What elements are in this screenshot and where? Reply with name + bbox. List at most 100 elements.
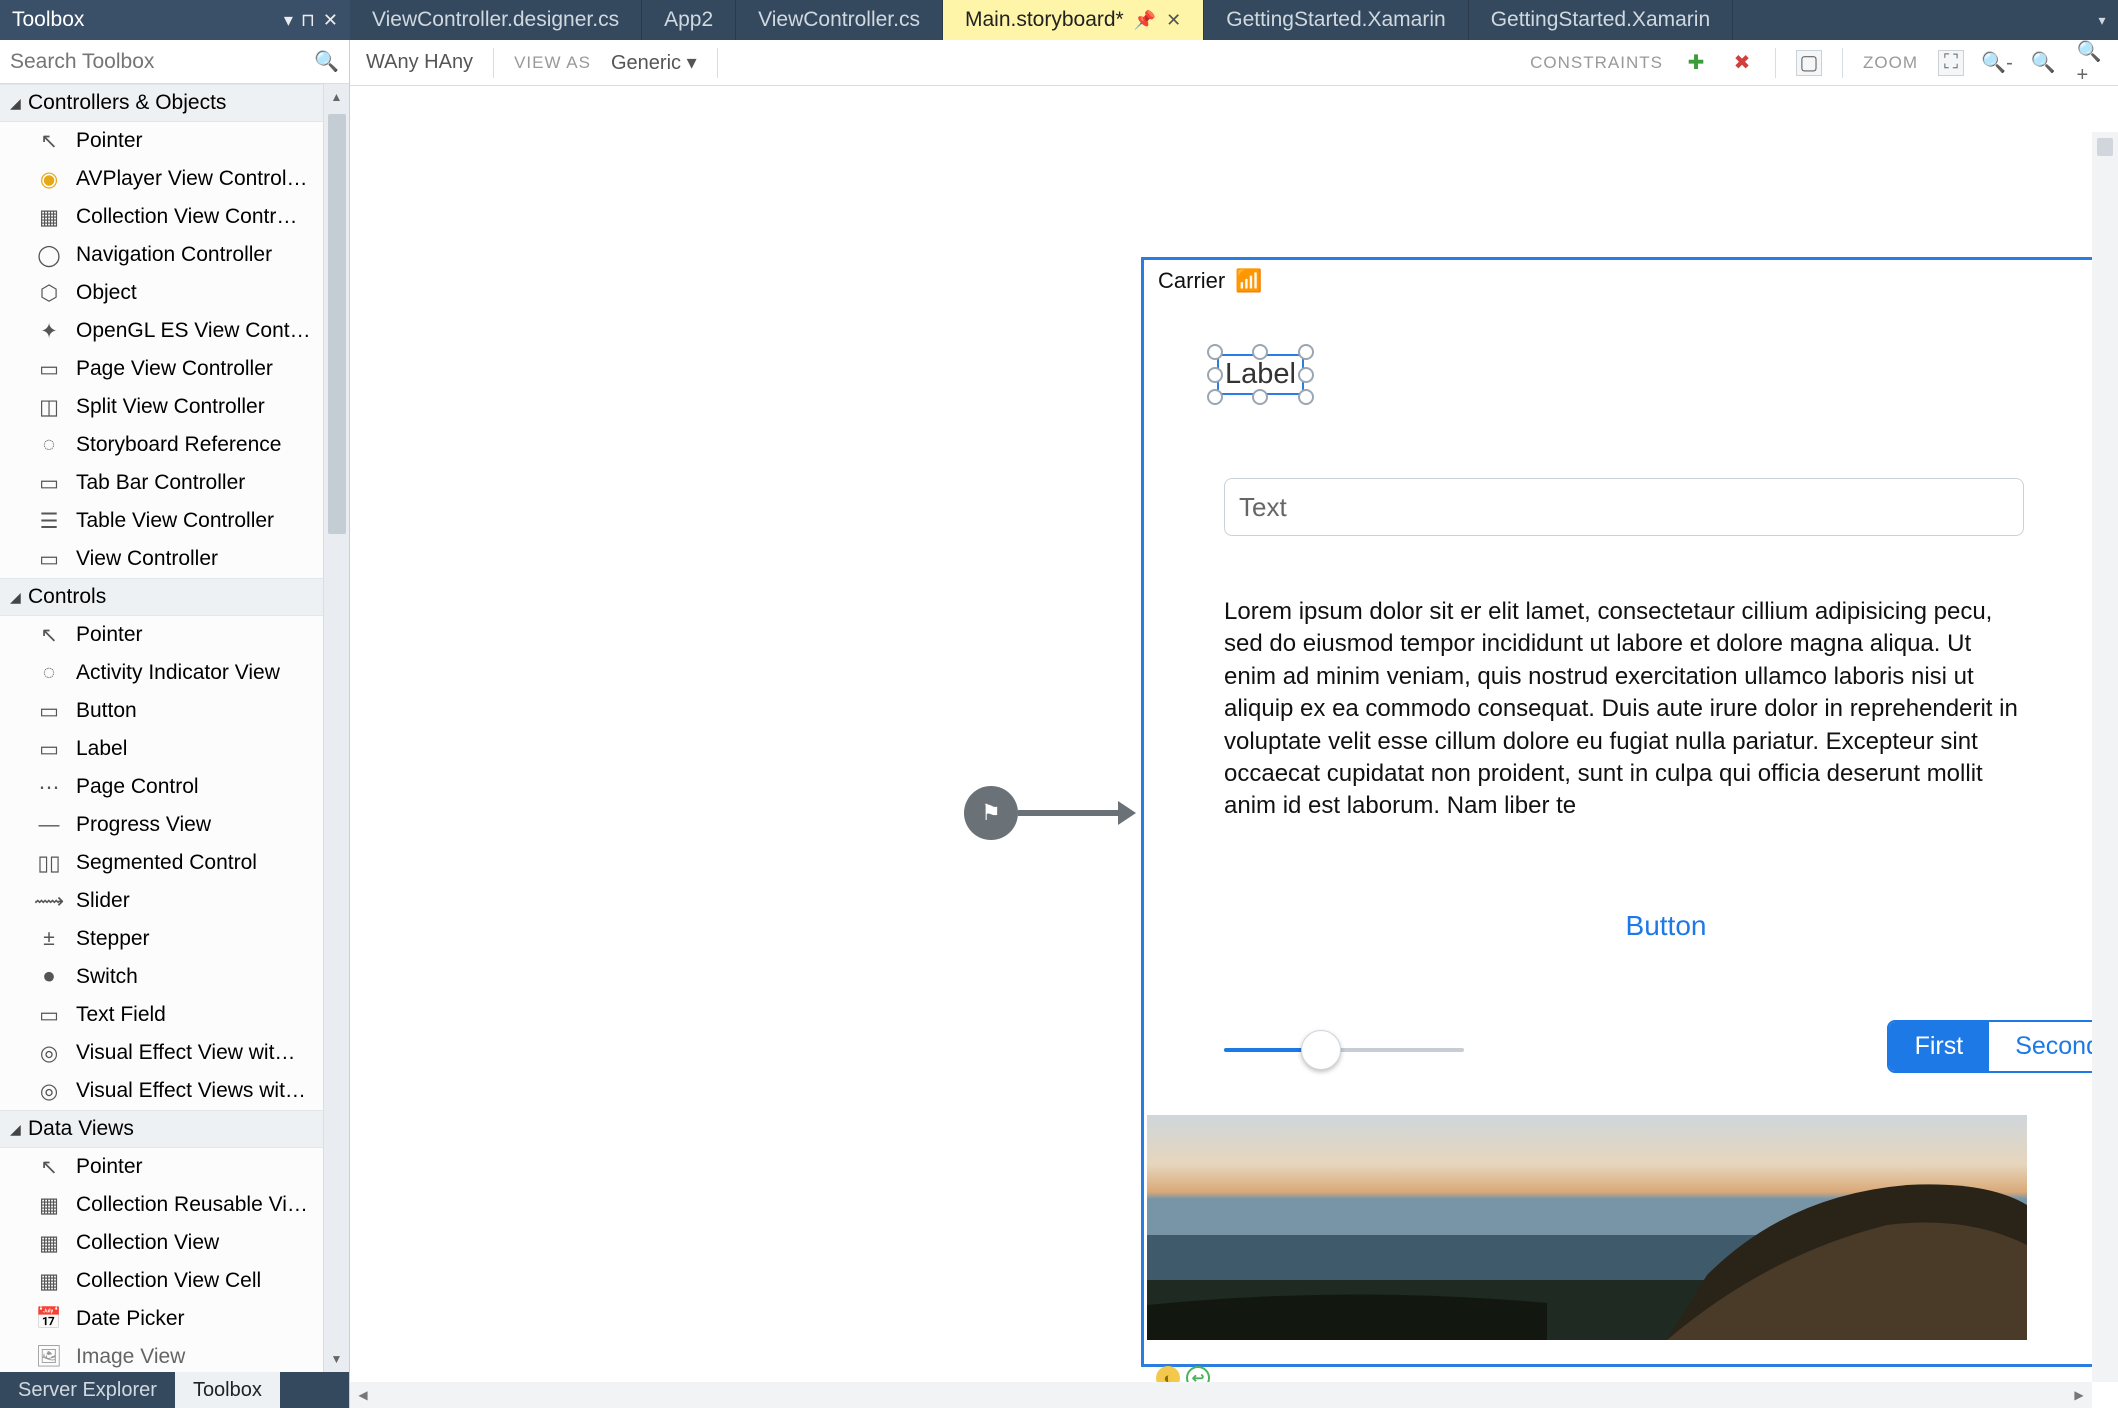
toolbox-title: Toolbox <box>12 8 84 32</box>
resize-handle[interactable] <box>1207 367 1223 383</box>
uitextview[interactable]: Lorem ipsum dolor sit er elit lamet, con… <box>1224 596 2024 823</box>
toolbox-item[interactable]: ▦Collection Reusable Vi… <box>0 1186 323 1224</box>
size-class[interactable]: WAny HAny <box>366 51 473 74</box>
scroll-left-icon[interactable]: ◀ <box>350 1388 376 1402</box>
scroll-down-icon[interactable]: ▼ <box>324 1346 349 1372</box>
textfield-icon: ▭ <box>36 1002 62 1028</box>
wifi-icon: 📶 <box>1235 268 1262 294</box>
toolbox-item[interactable]: ◉AVPlayer View Control… <box>0 160 323 198</box>
carrier-label: Carrier <box>1158 268 1225 294</box>
uilabel-selected[interactable]: Label <box>1217 354 1304 395</box>
toolbox-item[interactable]: ▭Label <box>0 730 323 768</box>
toolbox-title-bar: Toolbox ▾ ⊓ ✕ <box>0 0 350 40</box>
toolbox-item[interactable]: 📅Date Picker <box>0 1300 323 1338</box>
scroll-thumb[interactable] <box>2097 138 2113 156</box>
tab-toolbox[interactable]: Toolbox <box>175 1372 280 1408</box>
toolbox-item[interactable]: ⬡Object <box>0 274 323 312</box>
document-tabs: Toolbox ▾ ⊓ ✕ ViewController.designer.cs… <box>0 0 2118 40</box>
toolbox-item[interactable]: ◎Visual Effect Views wit… <box>0 1072 323 1110</box>
close-icon[interactable]: ✕ <box>1166 10 1181 31</box>
resize-handle[interactable] <box>1298 389 1314 405</box>
toolbox-item[interactable]: ▦Collection View Contr… <box>0 198 323 236</box>
toolbox-item[interactable]: ◎Visual Effect View wit… <box>0 1034 323 1072</box>
activity-icon: ◌ <box>36 660 62 686</box>
remove-constraint-icon[interactable]: ✖ <box>1729 50 1755 76</box>
toolbox-item[interactable]: ▦Collection View <box>0 1224 323 1262</box>
toolbox-item[interactable]: ▭Text Field <box>0 996 323 1034</box>
scroll-thumb[interactable] <box>328 114 346 534</box>
storyboard-canvas[interactable]: ⚑ Carrier 📶 Label <box>350 86 2118 1408</box>
chevron-down-icon[interactable]: ▾ <box>284 10 293 31</box>
uibutton[interactable]: Button <box>1144 910 2118 942</box>
resize-handle[interactable] <box>1207 389 1223 405</box>
tab-gettingstarted-1[interactable]: GettingStarted.Xamarin <box>1204 0 1468 40</box>
tab-viewcontroller[interactable]: ViewController.cs <box>736 0 943 40</box>
pointer-icon: ↖ <box>36 1154 62 1180</box>
toolbox-item[interactable]: ✦OpenGL ES View Cont… <box>0 312 323 350</box>
designer-horizontal-scrollbar[interactable]: ◀ ▶ <box>350 1382 2092 1408</box>
frame-toggle-icon[interactable]: ▢ <box>1796 50 1822 76</box>
search-icon[interactable]: 🔍 <box>314 49 339 74</box>
resize-handle[interactable] <box>1252 389 1268 405</box>
resize-handle[interactable] <box>1207 344 1223 360</box>
zoom-reset-icon[interactable]: 🔍 <box>2030 50 2056 76</box>
toolbox-item[interactable]: 🖼Image View <box>0 1338 323 1372</box>
zoom-fit-icon[interactable]: ⛶ <box>1938 50 1964 76</box>
toolbox-item[interactable]: ▭Page View Controller <box>0 350 323 388</box>
add-constraint-icon[interactable]: ✚ <box>1683 50 1709 76</box>
toolbox-item[interactable]: ◌Activity Indicator View <box>0 654 323 692</box>
uiimageview[interactable] <box>1147 1115 2027 1340</box>
toolbox-item[interactable]: ▭Tab Bar Controller <box>0 464 323 502</box>
collectionview-icon: ▦ <box>36 1230 62 1256</box>
tab-overflow-menu[interactable]: ▾ <box>2086 0 2118 40</box>
toolbox-item[interactable]: ⟿Slider <box>0 882 323 920</box>
pin-icon[interactable]: ⊓ <box>301 10 315 31</box>
toolbox-item[interactable]: ◫Split View Controller <box>0 388 323 426</box>
designer-vertical-scrollbar[interactable] <box>2092 132 2118 1382</box>
toolbox-scrollbar[interactable]: ▲ ▼ <box>323 84 349 1372</box>
pin-icon[interactable]: 📌 <box>1134 10 1156 31</box>
storyboard-ref-icon: ◌ <box>36 432 62 458</box>
uislider[interactable] <box>1224 1030 1464 1070</box>
toolbox-item[interactable]: ▦Collection View Cell <box>0 1262 323 1300</box>
view-as-dropdown[interactable]: Generic ▾ <box>611 50 697 75</box>
toolbox-item[interactable]: ↖Pointer <box>0 616 323 654</box>
category-controls[interactable]: ◢Controls <box>0 578 323 616</box>
tab-viewcontroller-designer[interactable]: ViewController.designer.cs <box>350 0 642 40</box>
tab-gettingstarted-2[interactable]: GettingStarted.Xamarin <box>1469 0 1733 40</box>
close-icon[interactable]: ✕ <box>323 10 338 31</box>
toolbox-item[interactable]: ↖Pointer <box>0 1148 323 1186</box>
tab-server-explorer[interactable]: Server Explorer <box>0 1372 175 1408</box>
toolbox-item[interactable]: ▯▯Segmented Control <box>0 844 323 882</box>
zoom-out-icon[interactable]: 🔍- <box>1984 50 2010 76</box>
resize-handle[interactable] <box>1298 344 1314 360</box>
scroll-up-icon[interactable]: ▲ <box>324 84 349 110</box>
toolbox-item[interactable]: ⏺Switch <box>0 958 323 996</box>
tab-main-storyboard[interactable]: Main.storyboard* 📌 ✕ <box>943 0 1204 40</box>
uitextfield[interactable]: Text <box>1224 478 2024 536</box>
slider-icon: ⟿ <box>36 888 62 914</box>
slider-knob[interactable] <box>1301 1030 1341 1070</box>
toolbox-item[interactable]: ◯Navigation Controller <box>0 236 323 274</box>
segment-first[interactable]: First <box>1889 1022 1990 1071</box>
category-controllers[interactable]: ◢Controllers & Objects <box>0 84 323 122</box>
toolbox-item[interactable]: ▭Button <box>0 692 323 730</box>
category-dataviews[interactable]: ◢Data Views <box>0 1110 323 1148</box>
scroll-right-icon[interactable]: ▶ <box>2066 1388 2092 1402</box>
toolbox-item[interactable]: ◌Storyboard Reference <box>0 426 323 464</box>
toolbox-item[interactable]: ☰Table View Controller <box>0 502 323 540</box>
search-input[interactable] <box>10 50 314 74</box>
entry-point-arrow[interactable]: ⚑ <box>964 786 1136 840</box>
designer-surface: WAny HAny VIEW AS Generic ▾ CONSTRAINTS … <box>350 40 2118 1408</box>
toolbox-item[interactable]: —Progress View <box>0 806 323 844</box>
toolbox-item[interactable]: ⋯Page Control <box>0 768 323 806</box>
zoom-in-icon[interactable]: 🔍+ <box>2076 50 2102 76</box>
resize-handle[interactable] <box>1298 367 1314 383</box>
toolbox-item[interactable]: ±Stepper <box>0 920 323 958</box>
tab-app2[interactable]: App2 <box>642 0 736 40</box>
view-controller-scene[interactable]: Carrier 📶 Label <box>1141 257 2118 1367</box>
imageview-icon: 🖼 <box>36 1344 62 1370</box>
progress-icon: — <box>36 812 62 838</box>
toolbox-item[interactable]: ▭View Controller <box>0 540 323 578</box>
toolbox-item[interactable]: ↖Pointer <box>0 122 323 160</box>
